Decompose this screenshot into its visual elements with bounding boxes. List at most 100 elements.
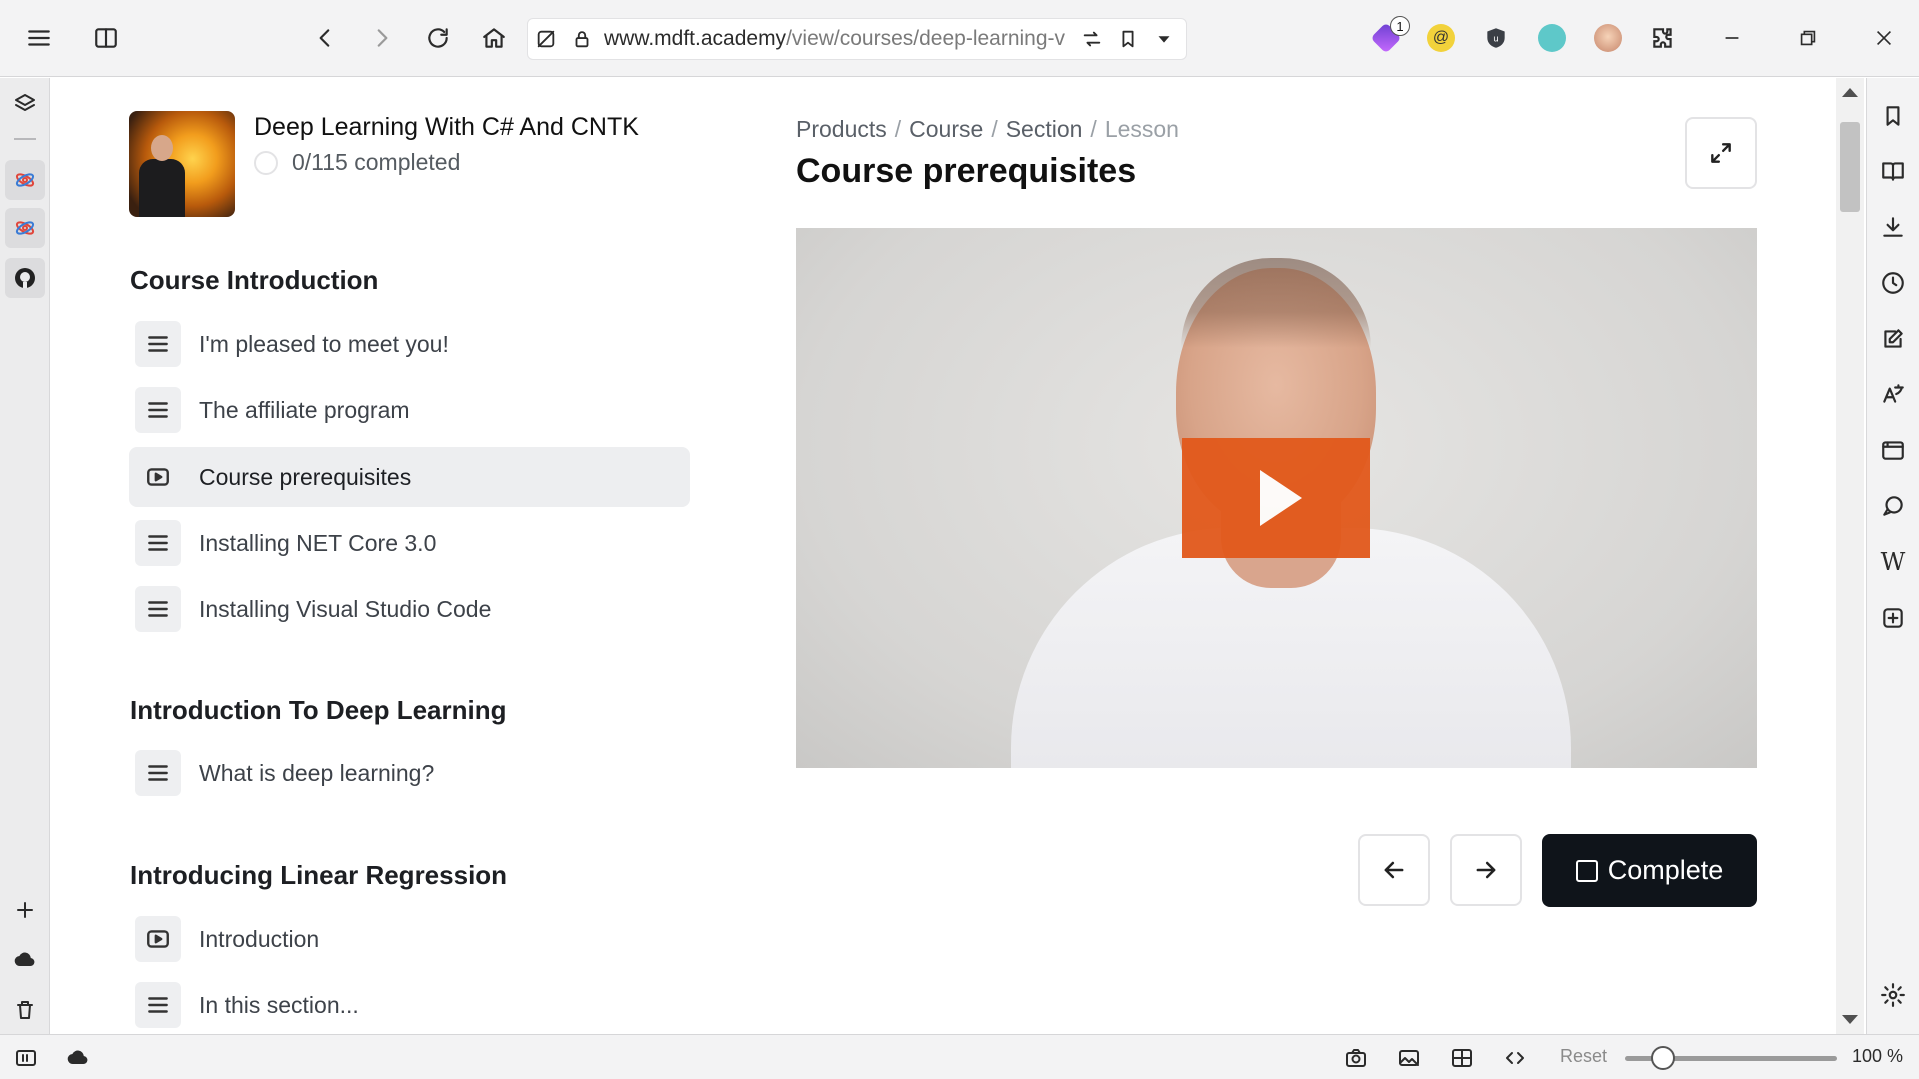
course-thumbnail[interactable] xyxy=(129,111,235,217)
close-icon[interactable] xyxy=(1864,18,1904,58)
breadcrumb-separator: / xyxy=(1090,116,1097,142)
trash-icon[interactable] xyxy=(5,990,45,1030)
complete-button[interactable]: Complete xyxy=(1542,834,1757,907)
window-panel-icon[interactable] xyxy=(1873,430,1913,470)
lesson-label: In this section... xyxy=(199,991,359,1018)
zoom-slider-thumb[interactable] xyxy=(1651,1046,1675,1070)
web-panel-atom-icon[interactable] xyxy=(5,160,45,200)
section-title: Introduction To Deep Learning xyxy=(130,695,507,725)
dropdown-arrow-icon[interactable] xyxy=(1146,18,1182,60)
reload-icon[interactable] xyxy=(418,18,458,58)
url-domain: www.mdft.academy xyxy=(604,27,787,50)
tracking-blocked-icon[interactable] xyxy=(528,18,564,60)
notes-icon[interactable] xyxy=(1873,319,1913,359)
lesson-item[interactable]: The affiliate program xyxy=(129,380,690,440)
face-extension-icon[interactable] xyxy=(1590,20,1626,56)
text-lines-icon xyxy=(135,387,181,433)
ublock-shield-icon[interactable]: u xyxy=(1478,20,1514,56)
lesson-label: The affiliate program xyxy=(199,396,410,423)
screenshot-camera-icon[interactable] xyxy=(1339,1041,1373,1075)
lesson-item[interactable]: Installing Visual Studio Code xyxy=(129,579,690,639)
course-title[interactable]: Deep Learning With C# And CNTK xyxy=(254,113,854,142)
text-lines-icon xyxy=(135,586,181,632)
breadcrumb-item-section[interactable]: Section xyxy=(1006,116,1083,143)
instructor-figure xyxy=(137,125,185,217)
course-progress: 0/115 completed xyxy=(254,149,460,176)
page-actions-code-icon[interactable] xyxy=(1498,1041,1532,1075)
add-panel-icon[interactable] xyxy=(5,890,45,930)
text-lines-icon xyxy=(135,520,181,566)
home-icon[interactable] xyxy=(474,18,514,58)
text-lines-icon xyxy=(135,750,181,796)
checkbox-icon xyxy=(1575,859,1598,882)
scroll-thumb[interactable] xyxy=(1840,122,1860,212)
video-play-button[interactable] xyxy=(1182,438,1370,558)
zoom-reset-button[interactable]: Reset xyxy=(1560,1046,1607,1067)
history-icon[interactable] xyxy=(1873,263,1913,303)
lesson-item[interactable]: What is deep learning? xyxy=(129,743,690,803)
lesson-label: Installing NET Core 3.0 xyxy=(199,529,437,556)
panel-toggle-icon[interactable] xyxy=(9,1041,43,1075)
lesson-label: Installing Visual Studio Code xyxy=(199,595,492,622)
lesson-item-active[interactable]: Course prerequisites xyxy=(129,447,690,507)
address-bar[interactable]: www.mdft.academy/view/courses/deep-learn… xyxy=(527,18,1187,60)
breadcrumb-separator: / xyxy=(894,116,902,142)
reading-list-icon[interactable] xyxy=(1873,151,1913,191)
previous-lesson-button[interactable] xyxy=(1358,834,1430,906)
restore-icon[interactable] xyxy=(1788,18,1828,58)
extensions-puzzle-icon[interactable] xyxy=(1645,20,1681,56)
add-web-panel-icon[interactable] xyxy=(1873,598,1913,638)
settings-gear-icon[interactable] xyxy=(1873,975,1913,1015)
forward-icon[interactable] xyxy=(362,18,402,58)
downloads-icon[interactable] xyxy=(1873,207,1913,247)
chat-icon[interactable] xyxy=(1873,486,1913,526)
url-text[interactable]: www.mdft.academy/view/courses/deep-learn… xyxy=(604,27,1074,51)
video-play-icon xyxy=(135,916,181,962)
extension-badge: 1 xyxy=(1390,16,1410,36)
play-icon xyxy=(1260,470,1302,526)
extension-gem-icon[interactable]: 1 xyxy=(1368,16,1410,56)
lesson-label: I'm pleased to meet you! xyxy=(199,330,449,357)
image-toggle-icon[interactable] xyxy=(1392,1041,1426,1075)
extension-at-icon[interactable]: @ xyxy=(1423,20,1459,56)
menu-icon[interactable] xyxy=(19,18,59,58)
translate-icon[interactable] xyxy=(1873,374,1913,414)
video-player[interactable] xyxy=(796,228,1757,768)
breadcrumb-item-products[interactable]: Products xyxy=(796,116,887,143)
scroll-down-arrow[interactable] xyxy=(1842,1015,1858,1024)
wikipedia-icon[interactable]: W xyxy=(1873,542,1913,582)
bookmark-icon[interactable] xyxy=(1110,18,1146,60)
cloud-sync-icon[interactable] xyxy=(61,1041,95,1075)
cloud-icon[interactable] xyxy=(5,940,45,980)
lesson-item[interactable]: In this section... xyxy=(129,975,690,1035)
panel-toggle-icon[interactable] xyxy=(86,18,126,58)
minimize-icon[interactable] xyxy=(1712,18,1752,58)
page-title: Course prerequisites xyxy=(796,152,1137,190)
expand-icon xyxy=(1711,143,1731,163)
layers-icon[interactable] xyxy=(5,84,45,124)
scroll-up-arrow[interactable] xyxy=(1842,88,1858,97)
lesson-item[interactable]: Introduction xyxy=(129,909,690,969)
breadcrumb-separator: / xyxy=(991,116,998,142)
progress-text: 0/115 completed xyxy=(292,149,461,175)
page-tiling-icon[interactable] xyxy=(1445,1041,1479,1075)
page-scrollbar[interactable] xyxy=(1836,78,1864,1034)
lesson-label: Course prerequisites xyxy=(199,463,412,490)
expand-button[interactable] xyxy=(1685,117,1757,189)
octopus-extension-icon[interactable] xyxy=(1534,20,1570,56)
text-lines-icon xyxy=(135,321,181,367)
left-side-panel xyxy=(0,78,50,1034)
back-icon[interactable] xyxy=(305,18,345,58)
next-lesson-button[interactable] xyxy=(1450,834,1522,906)
url-path: /view/courses/deep-learning-v xyxy=(786,27,1066,50)
lesson-label: What is deep learning? xyxy=(199,759,435,786)
lesson-item[interactable]: Installing NET Core 3.0 xyxy=(129,513,690,573)
github-icon[interactable] xyxy=(5,258,45,298)
lesson-item[interactable]: I'm pleased to meet you! xyxy=(129,314,690,374)
reader-switch-icon[interactable] xyxy=(1074,18,1110,60)
web-panel-atom-icon[interactable] xyxy=(5,208,45,248)
bookmarks-icon[interactable] xyxy=(1873,96,1913,136)
breadcrumb-item-course[interactable]: Course xyxy=(909,116,983,143)
lock-icon[interactable] xyxy=(564,18,600,60)
lesson-label: Introduction xyxy=(199,925,320,952)
